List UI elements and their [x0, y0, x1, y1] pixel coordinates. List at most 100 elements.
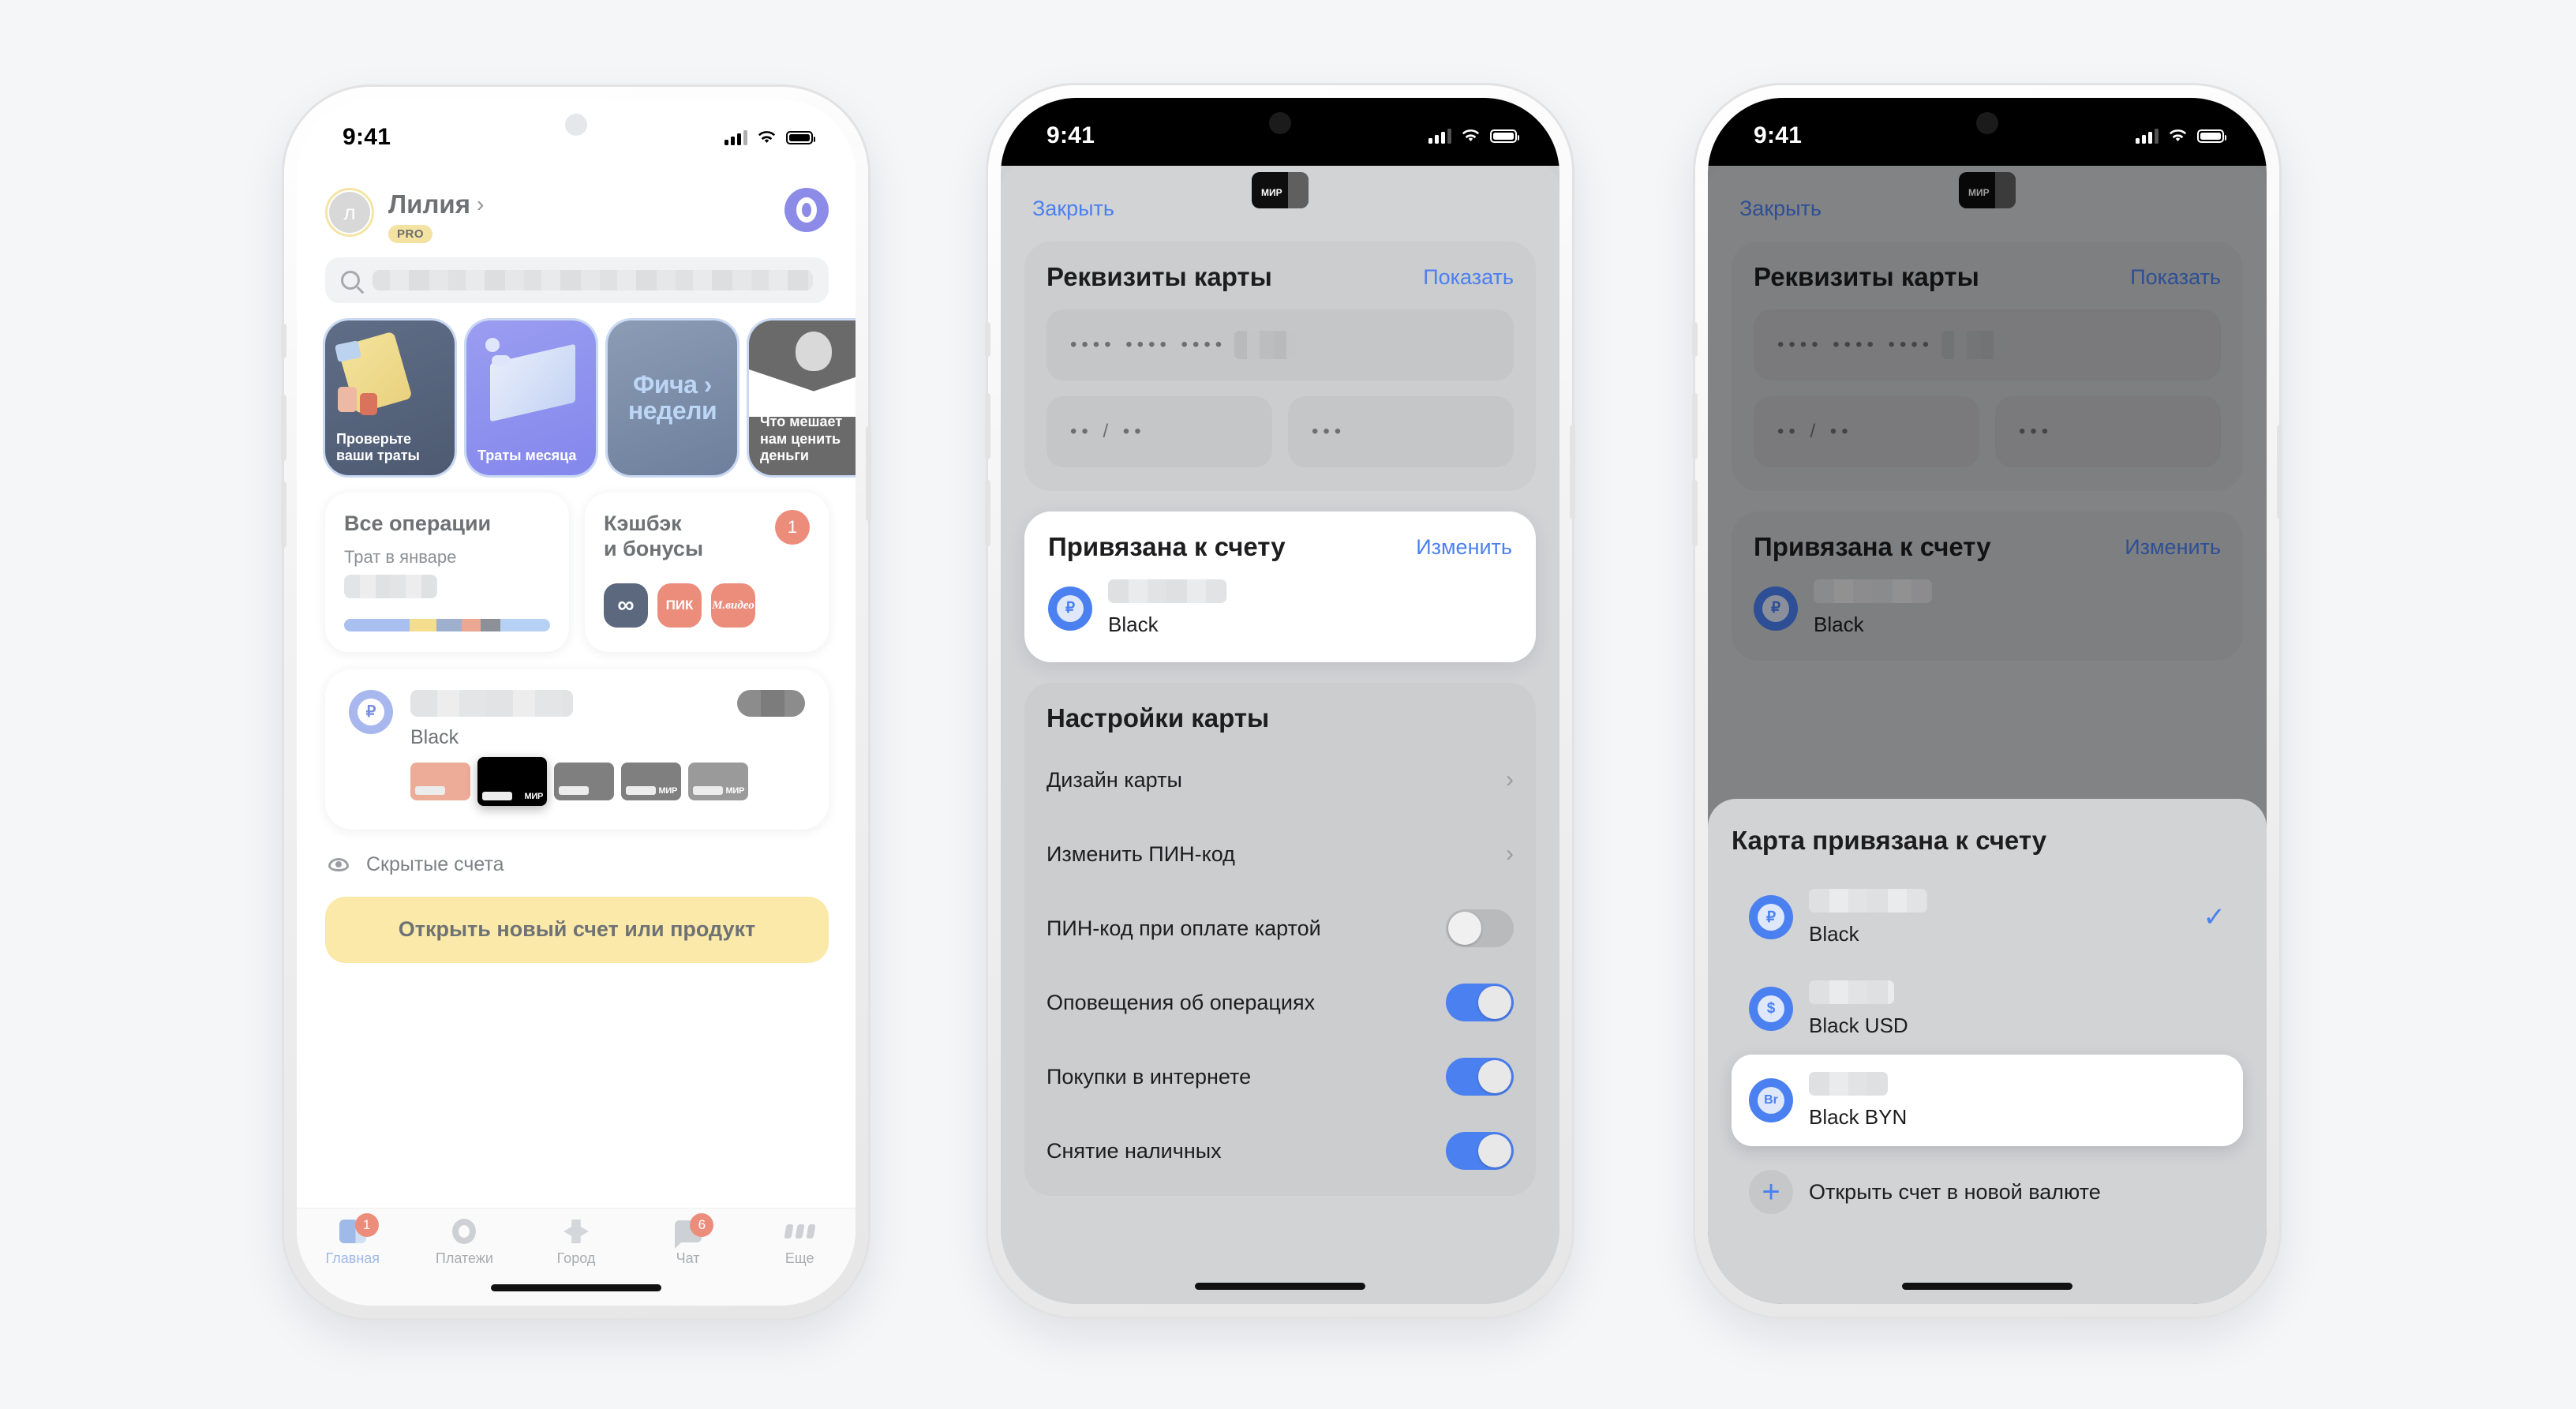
account-card[interactable]: ₽ Black МИР МИР МИР [325, 669, 829, 830]
profile-name-row[interactable]: Лилия › [388, 189, 484, 219]
coin-illustration [485, 338, 500, 352]
volume-up-button [281, 395, 286, 461]
account-option-byn[interactable]: Br Black BYN [1732, 1055, 2243, 1146]
card-thumbnail-nav: МИР [1252, 172, 1309, 208]
tab-city[interactable]: Город [520, 1218, 632, 1267]
tab-label: Главная [325, 1250, 380, 1266]
account-switch-button[interactable] [784, 188, 829, 232]
show-requisites-button[interactable]: Показать [1423, 265, 1514, 290]
open-new-account-button[interactable]: Открыть новый счет или продукт [325, 896, 829, 963]
dollar-account-icon: $ [1749, 987, 1793, 1031]
status-time: 9:41 [343, 124, 391, 150]
hidden-accounts-row[interactable]: Скрытые счета [297, 830, 856, 876]
card-settings-sheet: Закрыть МИР Реквизиты карты Показать •••… [1001, 159, 1559, 1304]
spending-breakdown-bar [344, 618, 550, 631]
setting-row-card-design[interactable]: Дизайн карты › [1046, 743, 1514, 817]
setting-row-pin-on-payment[interactable]: ПИН-код при оплате картой [1046, 891, 1514, 965]
tab-chat[interactable]: 6 Чат [632, 1213, 744, 1267]
row-label: Изменить ПИН-код [1046, 841, 1235, 866]
toggle-notifications[interactable] [1446, 984, 1514, 1021]
linked-account-card[interactable]: Привязана к счету Изменить ₽ Black [1024, 512, 1536, 662]
partner-logo-icon: ∞ [604, 583, 648, 628]
payments-icon [452, 1219, 477, 1244]
screenshot-canvas: 9:41 л Лилия › PRO Проверьте ваши траты … [0, 0, 2576, 1409]
plus-icon: + [1749, 1170, 1793, 1214]
story-card[interactable]: Что мешает нам ценить деньги [749, 320, 856, 475]
power-button [2277, 425, 2282, 519]
stories-carousel[interactable]: Проверьте ваши траты Траты месяца Фича › н… [297, 303, 856, 475]
tab-payments[interactable]: Платежи [409, 1218, 521, 1267]
card-thumbnails[interactable]: МИР МИР МИР [349, 756, 805, 806]
phone3-screen: 9:41 Закрыть МИР Реквизиты карты Показат… [1708, 98, 2267, 1304]
front-camera-icon [565, 114, 587, 136]
card-cvc-field[interactable]: ••• [1288, 396, 1514, 467]
account-action-blurred [737, 689, 805, 717]
front-camera-icon [1269, 112, 1291, 134]
avatar[interactable]: л [325, 188, 374, 237]
tab-more[interactable]: Еще [743, 1218, 856, 1267]
all-operations-tile[interactable]: Все операции Трат в январе [325, 493, 569, 652]
cashback-tile[interactable]: 1 Кэшбэк и бонусы ∞ ПИК М.видео [585, 493, 829, 652]
account-option-usd[interactable]: $ Black USD [1732, 963, 2243, 1055]
wifi-icon [2169, 129, 2187, 141]
search-input[interactable] [325, 257, 829, 303]
tab-badge: 1 [354, 1213, 379, 1237]
chevron-right-icon: › [1506, 841, 1514, 867]
phone-mockup-home: 9:41 л Лилия › PRO Проверьте ваши траты … [281, 87, 871, 1318]
open-new-currency-account-row[interactable]: + Открыть счет в новой валюте [1732, 1146, 2243, 1238]
card-expiry-field[interactable]: •• / •• [1046, 396, 1272, 467]
card-settings-list: Настройки карты Дизайн карты › Изменить … [1024, 683, 1536, 1196]
toggle-pin-on-payment[interactable] [1446, 909, 1514, 947]
wifi-icon [758, 130, 776, 143]
story-card[interactable]: Фича › недели [608, 320, 737, 475]
home-screen-body: л Лилия › PRO Проверьте ваши траты Траты… [297, 99, 856, 1306]
ring-icon [796, 197, 817, 223]
change-account-button[interactable]: Изменить [1416, 535, 1512, 560]
tab-label: Город [556, 1250, 596, 1266]
toggle-internet-purchases[interactable] [1446, 1058, 1514, 1096]
front-camera-icon [1976, 112, 1998, 134]
card-thumbnail[interactable]: МИР [688, 762, 748, 800]
profile-header[interactable]: л Лилия › PRO [297, 167, 856, 243]
close-button[interactable]: Закрыть [1032, 197, 1114, 221]
account-option-rub[interactable]: ₽ Black ✓ [1732, 871, 2243, 963]
row-label: Покупки в интернете [1046, 1064, 1252, 1089]
card-thumbnail[interactable] [410, 762, 470, 800]
mute-switch [985, 322, 990, 357]
card-number-field[interactable]: •••• •••• •••• [1046, 309, 1514, 380]
story-caption: Что мешает нам ценить деньги [760, 414, 843, 463]
row-label: Дизайн карты [1046, 767, 1182, 792]
story-card[interactable]: Траты месяца [466, 320, 596, 475]
setting-row-notifications[interactable]: Оповещения об операциях [1046, 965, 1514, 1040]
toggle-cash-withdrawal[interactable] [1446, 1132, 1514, 1170]
setting-row-internet-purchases[interactable]: Покупки в интернете [1046, 1040, 1514, 1114]
tab-home[interactable]: 1 Главная [297, 1213, 409, 1267]
notch [462, 99, 691, 150]
row-label: Снятие наличных [1046, 1138, 1222, 1163]
story-big-text: Фича › недели [627, 370, 717, 425]
mute-switch [281, 324, 286, 358]
list-title: Настройки карты [1046, 703, 1270, 733]
tab-label: Платежи [435, 1250, 493, 1266]
cellular-signal-icon [2136, 128, 2159, 144]
account-label: Black [1108, 613, 1159, 636]
account-name-blurred [1809, 980, 1894, 1004]
setting-row-cash-withdrawal[interactable]: Снятие наличных [1046, 1114, 1514, 1188]
card-cvc-mask: ••• [1312, 421, 1346, 442]
tab-label: Еще [784, 1250, 814, 1266]
chevron-right-icon: › [1506, 766, 1514, 793]
card-thumbnail-selected[interactable]: МИР [477, 756, 547, 806]
setting-row-change-pin[interactable]: Изменить ПИН-код › [1046, 817, 1514, 891]
row-label: ПИН-код при оплате картой [1046, 916, 1321, 940]
cellular-signal-icon [724, 129, 747, 145]
city-icon [563, 1220, 589, 1243]
search-placeholder-blur [373, 270, 813, 290]
battery-icon [2197, 129, 2226, 143]
card-thumbnail[interactable] [554, 762, 614, 800]
partner-logos: ∞ ПИК М.видео [604, 583, 810, 628]
power-button [1570, 425, 1575, 519]
story-card[interactable]: Проверьте ваши траты [325, 320, 455, 475]
home-indicator [1902, 1283, 2072, 1290]
card-thumbnail[interactable]: МИР [621, 762, 681, 800]
story-caption: Проверьте ваши траты [336, 430, 420, 463]
